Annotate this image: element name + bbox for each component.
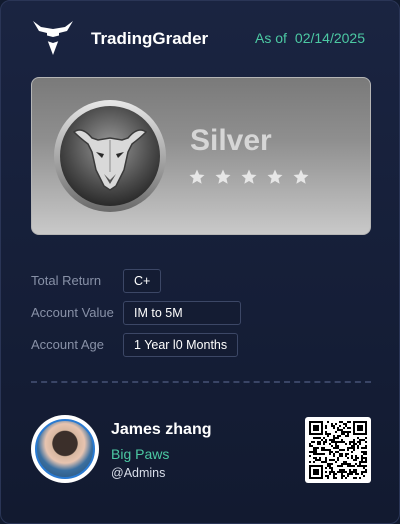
brand-name: TradingGrader [91,29,209,48]
stat-account-value: Account Value IM to 5M [31,301,371,325]
profile-section: James zhang Big Paws @Admins [31,411,371,483]
qr-code-icon[interactable] [305,417,371,483]
dashed-divider [31,381,371,383]
avatar[interactable] [31,415,99,483]
stat-total-return: Total Return C+ [31,269,371,293]
stat-value: IM to 5M [123,301,241,325]
star-rating [188,168,318,188]
star-icon [215,169,231,184]
star-icon [267,169,283,184]
star-icon [189,169,205,184]
stat-account-age: Account Age 1 Year l0 Months [31,333,371,357]
as-of-label: As of [255,30,287,46]
stat-label: Account Age [31,337,104,352]
as-of-date: As of 02/14/2025 [255,30,365,46]
star-icon [293,169,309,184]
user-handle[interactable]: @Admins [111,466,165,480]
bull-head-icon [33,21,73,55]
user-name: James zhang [111,421,212,438]
bull-medal-icon [54,100,166,212]
team-name: Big Paws [111,446,170,462]
grade-card: TradingGrader As of 02/14/2025 Silver To… [0,0,400,524]
card-header: TradingGrader As of 02/14/2025 [31,17,371,59]
tier-name: Silver [190,124,272,157]
stat-label: Account Value [31,305,114,320]
stat-value: C+ [123,269,162,293]
avatar-image [35,419,95,479]
star-icon [241,169,257,184]
tier-panel: Silver [31,77,371,235]
as-of-value: 02/14/2025 [294,30,365,46]
stat-label: Total Return [31,273,102,288]
stat-value: 1 Year l0 Months [123,333,239,357]
